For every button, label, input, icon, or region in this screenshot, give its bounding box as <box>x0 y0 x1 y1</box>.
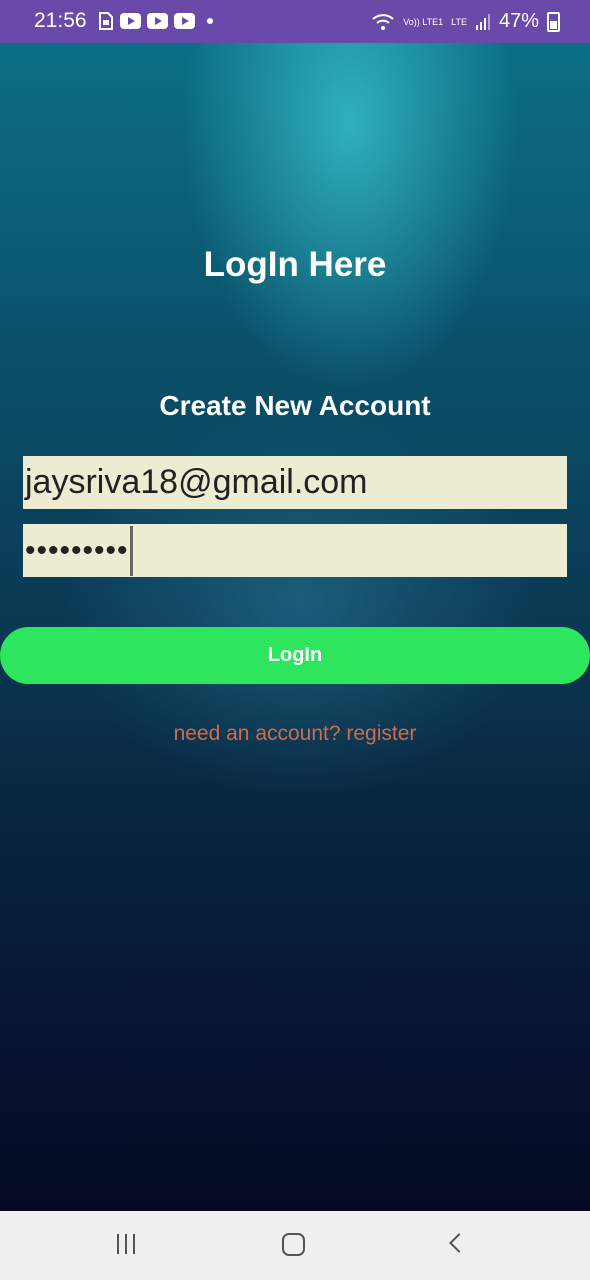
recent-apps-icon[interactable] <box>117 1234 135 1254</box>
youtube-icon <box>147 13 168 29</box>
back-icon[interactable] <box>449 1233 469 1253</box>
volte-label: Vo)) LTE1 <box>403 16 444 27</box>
lte-label: LTE <box>451 16 467 27</box>
wifi-icon <box>372 13 394 30</box>
signal-icon <box>475 13 490 30</box>
login-screen: LogIn Here Create New Account jaysriva18… <box>0 43 590 1211</box>
youtube-icon <box>174 13 195 29</box>
status-bar: 21:56 Vo)) LTE1 LTE 47% <box>0 0 590 43</box>
home-icon[interactable] <box>282 1233 305 1256</box>
dot-icon <box>207 18 213 24</box>
login-button[interactable]: LogIn <box>0 627 590 684</box>
register-link[interactable]: need an account? register <box>0 722 590 746</box>
email-field[interactable]: jaysriva18@gmail.com <box>23 456 567 509</box>
status-icons: Vo)) LTE1 LTE 47% <box>371 10 560 33</box>
clock: 21:56 <box>34 9 87 32</box>
create-account-heading: Create New Account <box>159 390 431 421</box>
page-title: LogIn Here <box>203 245 387 284</box>
battery-percent: 47% <box>498 10 539 32</box>
password-field[interactable]: ••••••••• <box>23 524 567 577</box>
youtube-icon <box>120 13 141 29</box>
navigation-bar <box>0 1211 590 1280</box>
notification-icons <box>98 12 213 30</box>
password-mask: ••••••••• <box>25 534 129 567</box>
battery-icon <box>547 11 560 32</box>
text-cursor <box>129 526 133 576</box>
sim-card-icon <box>99 12 113 30</box>
